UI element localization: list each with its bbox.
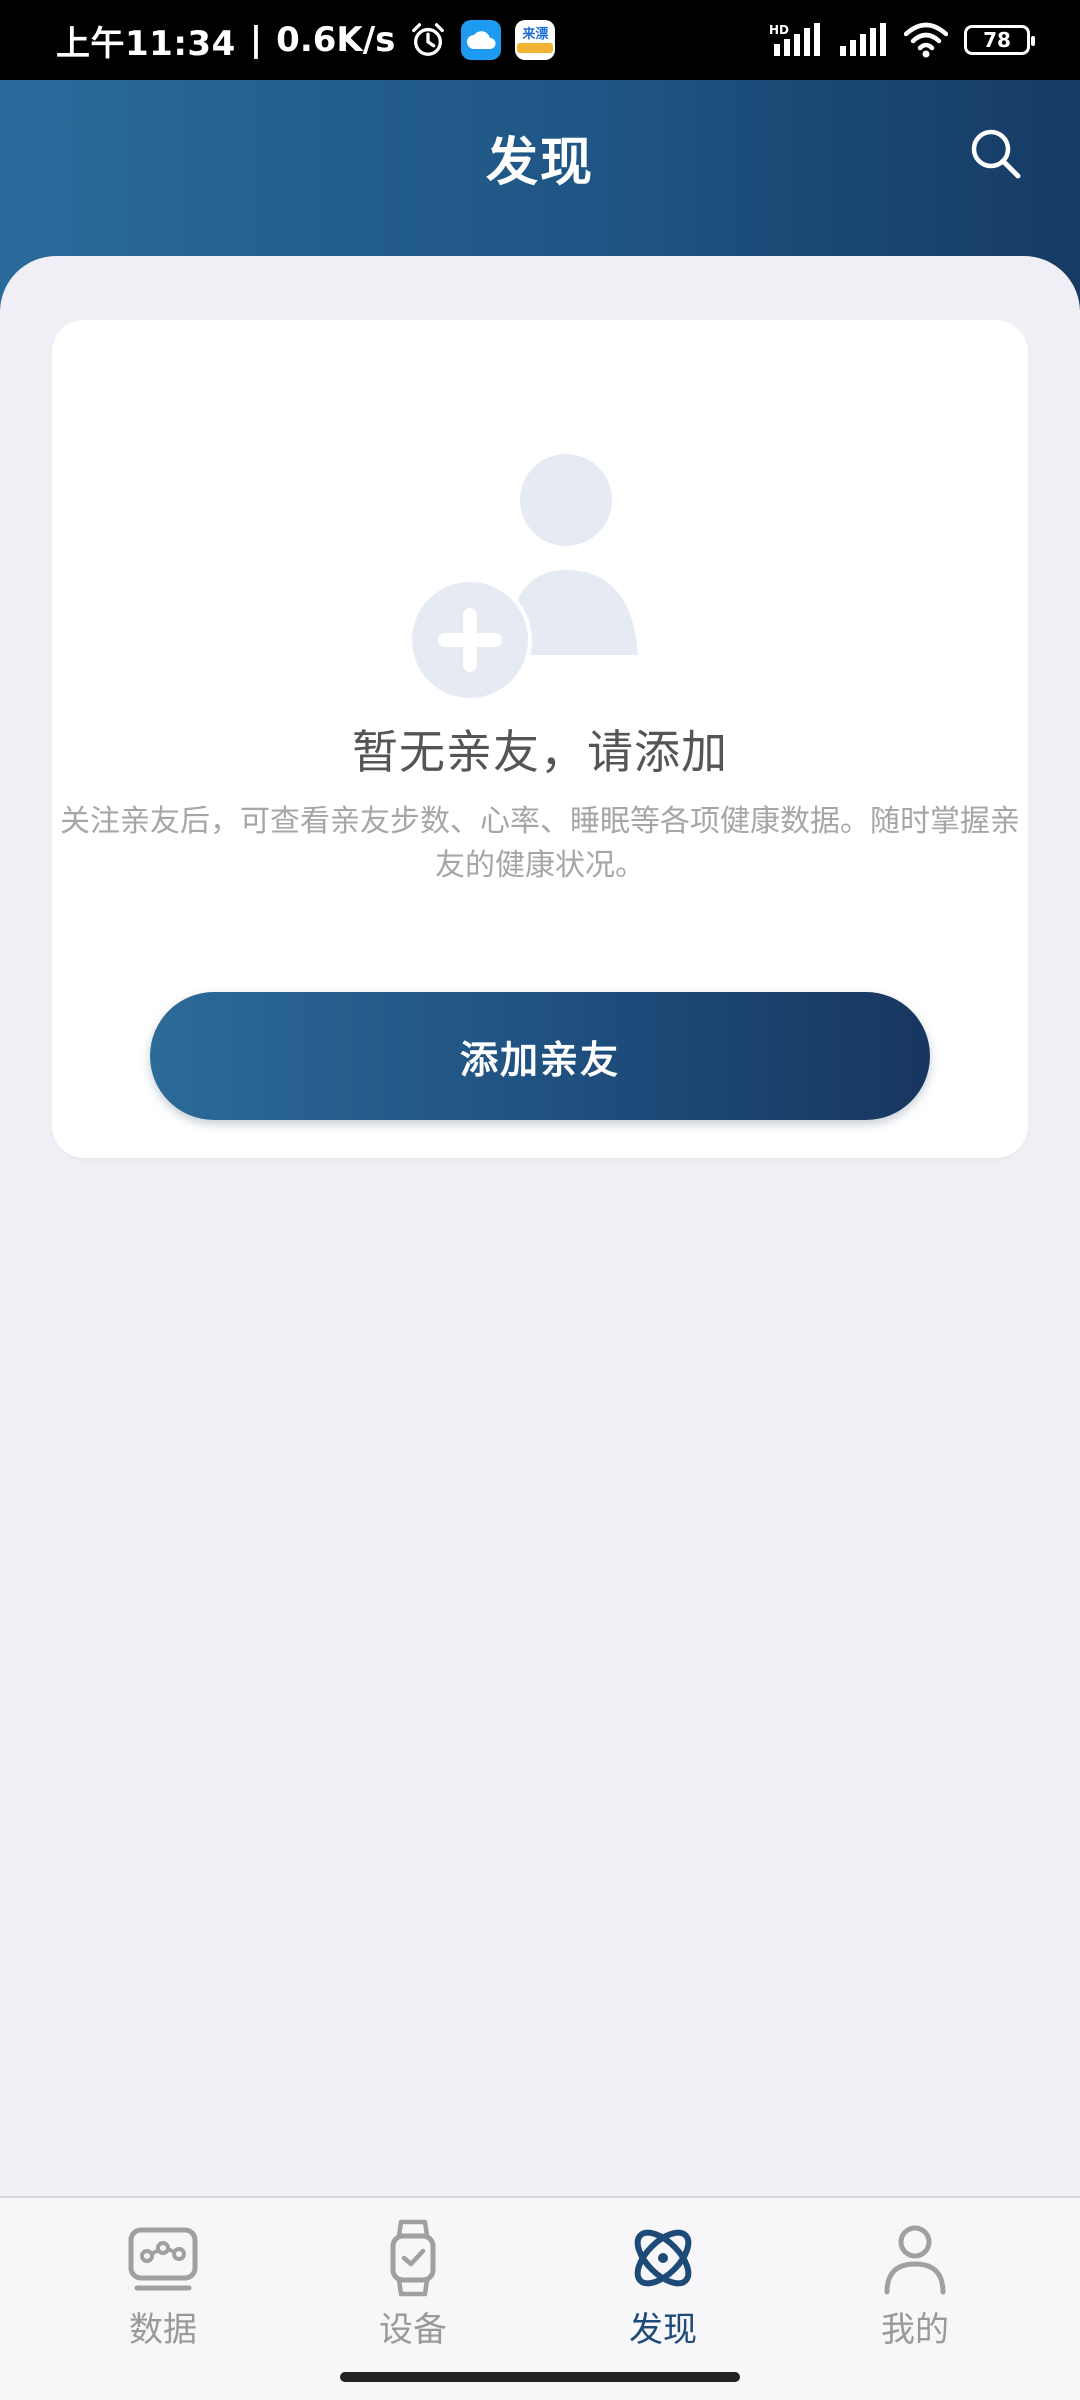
status-bar: 上午11:34 | 0.6K/s 来漂 HD 78 [0, 0, 1080, 80]
nav-item-discover[interactable]: 发现 [578, 2218, 748, 2358]
svg-text:HD: HD [769, 23, 789, 37]
empty-state-description: 关注亲友后，可查看亲友步数、心率、睡眠等各项健康数据。随时掌握亲友的健康状况。 [60, 804, 1020, 883]
signal-icon [840, 23, 886, 56]
main-panel: 暂无亲友，请添加 关注亲友后，可查看亲友步数、心率、睡眠等各项健康数据。随时掌握… [0, 256, 1080, 2196]
app-badge-text: 来漂 [522, 27, 549, 42]
nav-label-profile: 我的 [881, 2310, 949, 2350]
app-badge-icon: 来漂 [515, 20, 556, 60]
app-badge-bar [517, 43, 554, 53]
nav-item-profile[interactable]: 我的 [830, 2218, 1000, 2358]
add-friend-button[interactable]: 添加亲友 [150, 992, 930, 1120]
alarm-icon [412, 23, 445, 56]
add-friend-icon [408, 454, 638, 700]
nav-item-device[interactable]: 设备 [328, 2218, 498, 2358]
page-title: 发现 [485, 133, 594, 193]
nav-label-discover: 发现 [629, 2310, 697, 2350]
network-speed: 0.6K/s [276, 20, 396, 60]
empty-state-card: 暂无亲友，请添加 关注亲友后，可查看亲友步数、心率、睡眠等各项健康数据。随时掌握… [52, 320, 1028, 1158]
hd-signal-icon: HD [769, 23, 820, 56]
status-left: 上午11:34 | 0.6K/s 来漂 [56, 16, 556, 65]
cloud-app-icon [461, 20, 502, 60]
status-time: 上午11:34 [56, 23, 236, 64]
bottom-nav: 数据 设备 发现 我的 [0, 2196, 1080, 2400]
discover-icon [634, 2229, 692, 2287]
status-separator: | [249, 20, 263, 60]
status-right: HD 78 [768, 22, 1035, 58]
battery-icon: 78 [964, 25, 1035, 55]
nav-label-data: 数据 [129, 2310, 197, 2350]
wifi-icon [904, 22, 948, 58]
nav-item-data[interactable]: 数据 [78, 2218, 248, 2358]
battery-level: 78 [983, 28, 1011, 52]
profile-icon [884, 2225, 946, 2295]
home-indicator[interactable] [340, 2372, 740, 2382]
data-icon [128, 2227, 198, 2291]
watch-icon [390, 2219, 436, 2297]
search-icon[interactable] [966, 124, 1026, 184]
nav-label-device: 设备 [379, 2310, 447, 2350]
empty-state-title: 暂无亲友，请添加 [352, 725, 728, 779]
